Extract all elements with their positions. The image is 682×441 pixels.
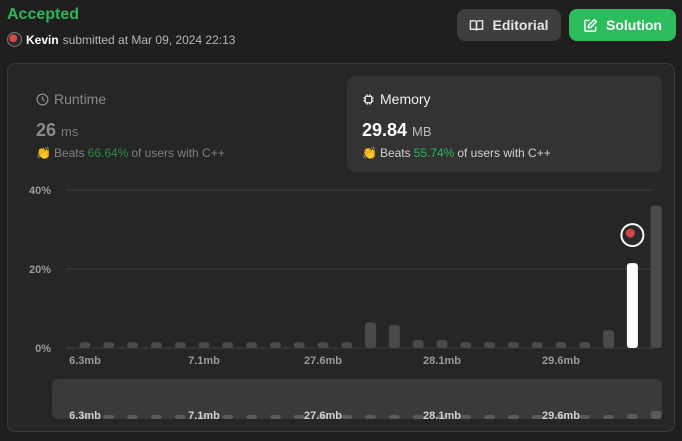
brush-bar	[579, 415, 591, 419]
chart-bar[interactable]	[79, 342, 91, 348]
brush-tick-label: 7.1mb	[188, 410, 220, 422]
x-tick-label: 7.1mb	[188, 355, 220, 367]
chart-bar[interactable]	[222, 342, 234, 348]
chart-bar[interactable]	[650, 205, 662, 348]
highlight-bar[interactable]	[626, 263, 638, 348]
brush-bar	[507, 415, 519, 419]
chart-bar[interactable]	[150, 342, 162, 348]
chart-bar[interactable]	[603, 330, 615, 348]
chart-bar[interactable]	[269, 342, 281, 348]
brush-bar	[103, 415, 115, 419]
brush-bar	[626, 414, 638, 419]
x-tick-label: 29.6mb	[542, 355, 580, 367]
chart-bar[interactable]	[507, 342, 519, 348]
brush-bar	[341, 415, 353, 419]
brush-bar	[269, 415, 281, 419]
chart-bar[interactable]	[460, 342, 472, 348]
brush-tick-label: 27.6mb	[304, 410, 342, 422]
brush-bar	[365, 415, 377, 419]
x-tick-label: 6.3mb	[69, 355, 101, 367]
avatar-marker-dot	[625, 228, 635, 238]
brush-bar	[222, 415, 234, 419]
y-tick-label: 40%	[29, 185, 51, 197]
y-tick-label: 20%	[29, 264, 51, 276]
chart-bar[interactable]	[436, 340, 448, 348]
brush-bar	[174, 415, 186, 419]
chart-bar[interactable]	[365, 322, 377, 348]
brush-bar	[127, 415, 139, 419]
brush-tick-label: 28.1mb	[423, 410, 461, 422]
x-tick-label: 27.6mb	[304, 355, 342, 367]
chart-bar[interactable]	[198, 342, 210, 348]
chart-bar[interactable]	[388, 325, 400, 348]
chart-bar[interactable]	[317, 342, 329, 348]
chart-bar[interactable]	[246, 342, 258, 348]
chart-bar[interactable]	[412, 340, 424, 348]
y-tick-label: 0%	[35, 343, 51, 355]
chart-bar[interactable]	[531, 342, 543, 348]
chart-bar[interactable]	[579, 342, 591, 348]
chart-bar[interactable]	[484, 342, 496, 348]
brush-bar	[388, 415, 400, 419]
brush-bar	[246, 415, 258, 419]
brush-bar	[460, 415, 472, 419]
brush-bar	[150, 415, 162, 419]
brush-tick-label: 29.6mb	[542, 410, 580, 422]
chart-bar[interactable]	[174, 342, 186, 348]
brush-bar	[603, 415, 615, 419]
chart-bar[interactable]	[127, 342, 139, 348]
chart-bar[interactable]	[555, 342, 567, 348]
chart-bar[interactable]	[293, 342, 305, 348]
chart-bar[interactable]	[341, 342, 353, 348]
brush-bar	[484, 415, 496, 419]
brush-tick-label: 6.3mb	[69, 410, 101, 422]
brush-bar	[650, 410, 662, 419]
chart-bar[interactable]	[103, 342, 115, 348]
memory-distribution-chart[interactable]: 0% 20% 40% 6.3mb 7.1mb 27.6mb 28.1mb 29.6mb 6.3m…	[0, 0, 682, 441]
x-tick-label: 28.1mb	[423, 355, 461, 367]
